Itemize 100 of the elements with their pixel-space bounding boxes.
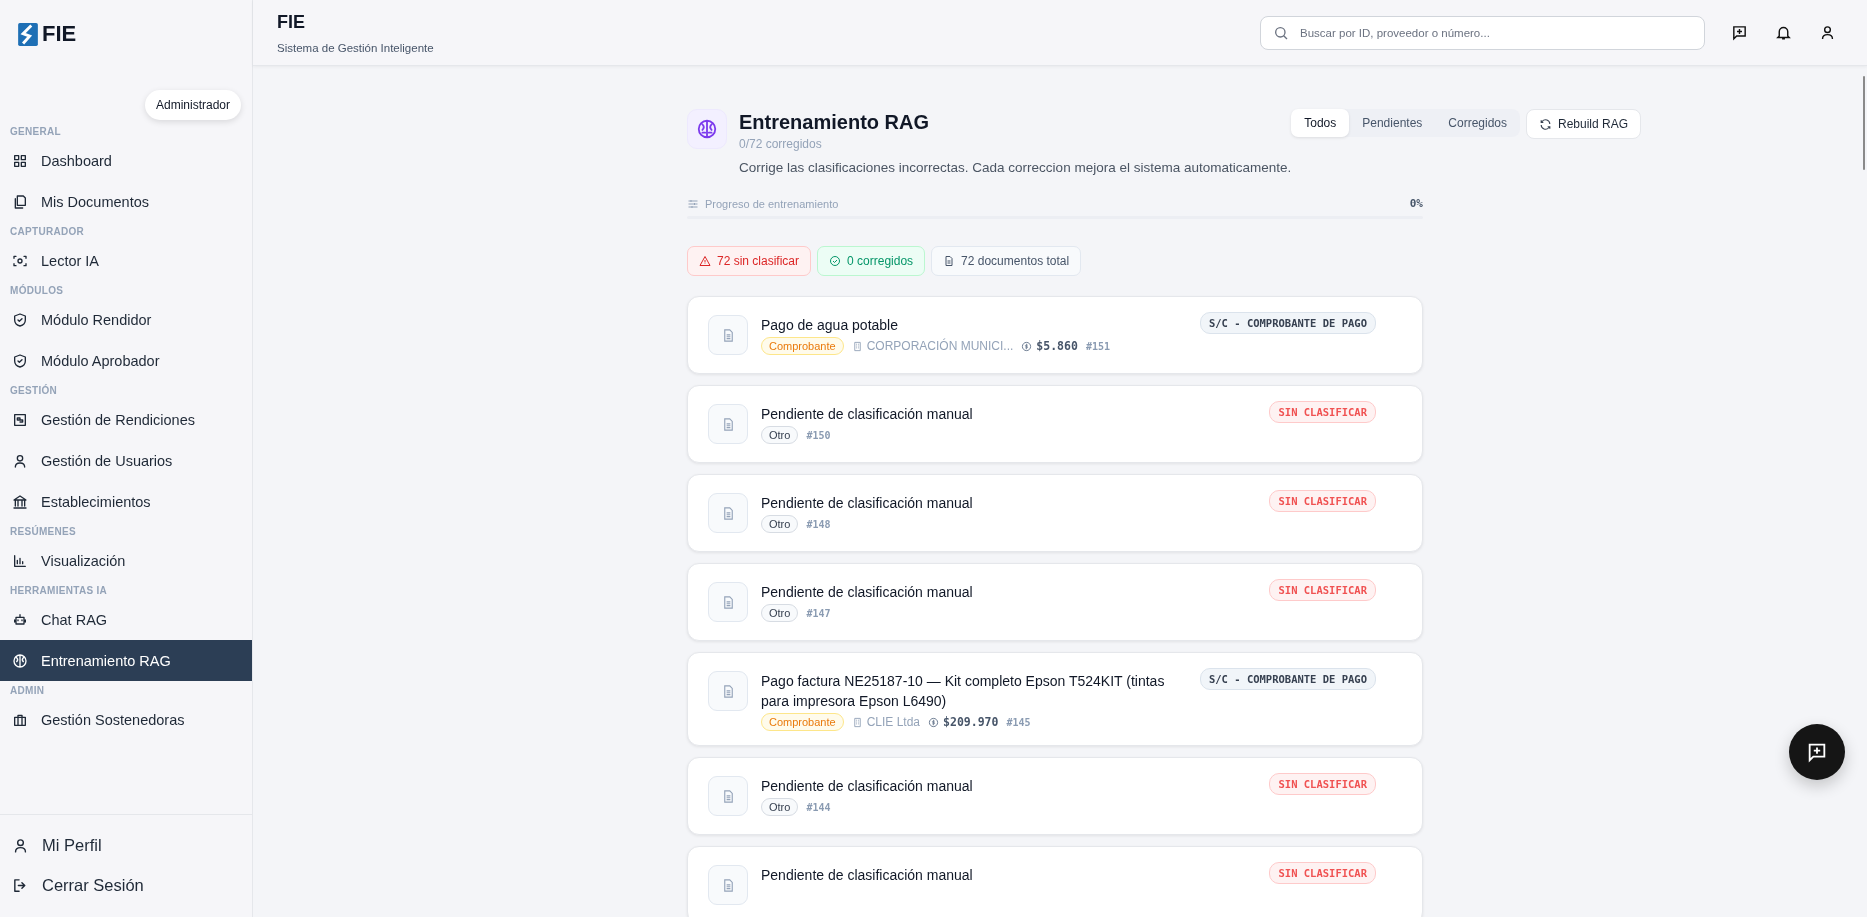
nav-icon (12, 411, 28, 428)
nav-icon (12, 552, 28, 569)
scrollbar-thumb[interactable] (1863, 76, 1865, 170)
filter-tab[interactable]: Todos (1291, 109, 1350, 137)
chat-plus-icon (1730, 24, 1748, 41)
document-card[interactable]: Pendiente de clasificación manual Otro #148 SIN CLASIFICAR (687, 474, 1423, 552)
nav-icon (12, 493, 28, 510)
sidebar-item[interactable]: Lector IA (0, 240, 252, 281)
document-number: #144 (806, 801, 831, 813)
stat-chip: 72 sin clasificar (687, 246, 812, 276)
document-type-tag: Comprobante (761, 713, 844, 731)
amount: $5.860 (1036, 339, 1078, 353)
coin-icon (1021, 340, 1033, 352)
document-title: Pendiente de clasificación manual (761, 777, 974, 796)
sidebar-item[interactable]: Dashboard (0, 140, 252, 181)
document-icon (943, 255, 956, 267)
document-title: Pago factura NE25187-10 — Kit completo Epson T524KIT (tintas para impresora Epson L6490) (761, 672, 1166, 711)
sliders-icon (687, 197, 699, 210)
document-number: #151 (1085, 340, 1110, 352)
refresh-icon (1539, 117, 1552, 131)
nav-icon (12, 836, 29, 854)
classification-badge: SIN CLASIFICAR (1269, 490, 1376, 512)
sidebar-item[interactable]: Módulo Aprobador (0, 340, 252, 381)
filter-tab[interactable]: Corregidos (1435, 109, 1520, 137)
brand-name: FIE (42, 21, 77, 47)
nav-icon (12, 152, 28, 169)
nav-section-heading: MÓDULOS (9, 283, 65, 298)
nav-icon (12, 193, 28, 210)
document-card[interactable]: Pendiente de clasificación manual Otro #144 SIN CLASIFICAR (687, 757, 1423, 835)
nav-icon (12, 352, 28, 369)
search-field[interactable]: Buscar por ID, proveedor o número... (1260, 15, 1705, 50)
document-number: #148 (806, 518, 831, 530)
sidebar-item[interactable]: Cerrar Sesión (0, 865, 252, 905)
document-title: Pendiente de clasificación manual (761, 866, 974, 885)
building-icon (851, 716, 863, 728)
sidebar-item[interactable]: Establecimientos (0, 481, 252, 522)
nav-icon (12, 311, 28, 328)
bell-icon (1774, 24, 1792, 41)
rebuild-button[interactable]: Rebuild RAG (1526, 109, 1642, 139)
stat-chip: 0 corregidos (817, 246, 926, 276)
document-type-tag: Comprobante (761, 337, 844, 355)
app-subtitle: Sistema de Gestión Inteligente (277, 41, 435, 54)
logo-icon (18, 22, 38, 46)
document-card[interactable]: Pago de agua potable Comprobante CORPORACIÓN MUNICI... $5.860 #151 S/C - COMPROBANTE DE PAGO (687, 296, 1423, 374)
classification-badge: SIN CLASIFICAR (1269, 773, 1376, 795)
document-title: Pendiente de clasificación manual (761, 583, 974, 602)
document-card[interactable]: Pendiente de clasificación manual SIN CLASIFICAR (687, 846, 1423, 917)
role-chip: Administrador (145, 90, 242, 120)
nav-icon (12, 452, 28, 469)
sidebar-item[interactable]: Mis Documentos (0, 181, 252, 222)
warning-icon (699, 255, 711, 267)
new-chat-button[interactable] (1789, 724, 1845, 780)
document-type-tag: Otro (761, 798, 799, 816)
building-icon (851, 340, 863, 352)
document-number: #145 (1006, 716, 1031, 728)
page-title: Entrenamiento RAG (739, 111, 931, 134)
nav-section-heading: GESTIÓN (9, 383, 59, 398)
sidebar-item[interactable]: Mi Perfil (0, 825, 252, 865)
document-number: #150 (806, 429, 831, 441)
document-type-tag: Otro (761, 515, 799, 533)
nav-icon (12, 652, 28, 669)
document-title: Pendiente de clasificación manual (761, 405, 974, 424)
classification-badge: SIN CLASIFICAR (1269, 579, 1376, 601)
document-card[interactable]: Pendiente de clasificación manual Otro #147 SIN CLASIFICAR (687, 563, 1423, 641)
sidebar-item[interactable]: Módulo Rendidor (0, 299, 252, 340)
chat-plus-icon (1806, 741, 1828, 763)
brain-icon (696, 118, 718, 140)
document-number: #147 (806, 607, 831, 619)
document-type-tag: Otro (761, 604, 799, 622)
document-type-tag: Otro (761, 426, 799, 444)
check-circle-icon (829, 255, 842, 267)
sidebar-item[interactable]: Gestión de Usuarios (0, 440, 252, 481)
vendor-name: CORPORACIÓN MUNICI... (866, 339, 1014, 353)
coin-icon (928, 716, 940, 728)
sidebar-item[interactable]: Gestión Sostenedoras (0, 699, 252, 740)
sidebar-item[interactable]: Chat RAG (0, 599, 252, 640)
nav-section-heading: RESÚMENES (9, 524, 78, 539)
classification-badge: SIN CLASIFICAR (1269, 862, 1376, 884)
progress-reading: 0% (1409, 197, 1423, 210)
sidebar-item[interactable]: Gestión de Rendiciones (0, 399, 252, 440)
progress-label: Progreso de entrenamiento (705, 197, 840, 210)
document-title: Pago de agua potable (761, 316, 899, 335)
nav-section-heading: CAPTURADOR (9, 225, 86, 239)
amount: $209.970 (943, 715, 999, 729)
document-card[interactable]: Pago factura NE25187-10 — Kit completo Epson T524KIT (tintas para impresora Epson L6490) Comprobante CLIE Ltda $209.970 #145 S/C - COMPROBANTE DE PAGO (687, 652, 1423, 746)
sidebar-item[interactable]: Visualización (0, 540, 252, 581)
page-description: Corrige las clasificaciones incorrectas. Cada correccion mejora el sistema automaticamente. (739, 160, 1292, 175)
nav-section-heading: HERRAMIENTAS IA (9, 584, 109, 598)
app-title: FIE (277, 11, 306, 33)
vendor-name: CLIE Ltda (866, 715, 921, 729)
search-icon (1273, 24, 1289, 41)
filter-tab[interactable]: Pendientes (1349, 109, 1436, 137)
nav-icon (12, 611, 28, 628)
sidebar-item[interactable]: Entrenamiento RAG (0, 640, 252, 681)
nav-section-heading: ADMIN (9, 684, 46, 698)
document-title: Pendiente de clasificación manual (761, 494, 974, 513)
classification-badge: SIN CLASIFICAR (1269, 401, 1376, 423)
stat-chip: 72 documentos total (931, 246, 1082, 276)
document-card[interactable]: Pendiente de clasificación manual Otro #150 SIN CLASIFICAR (687, 385, 1423, 463)
classification-badge: S/C - COMPROBANTE DE PAGO (1199, 312, 1376, 334)
